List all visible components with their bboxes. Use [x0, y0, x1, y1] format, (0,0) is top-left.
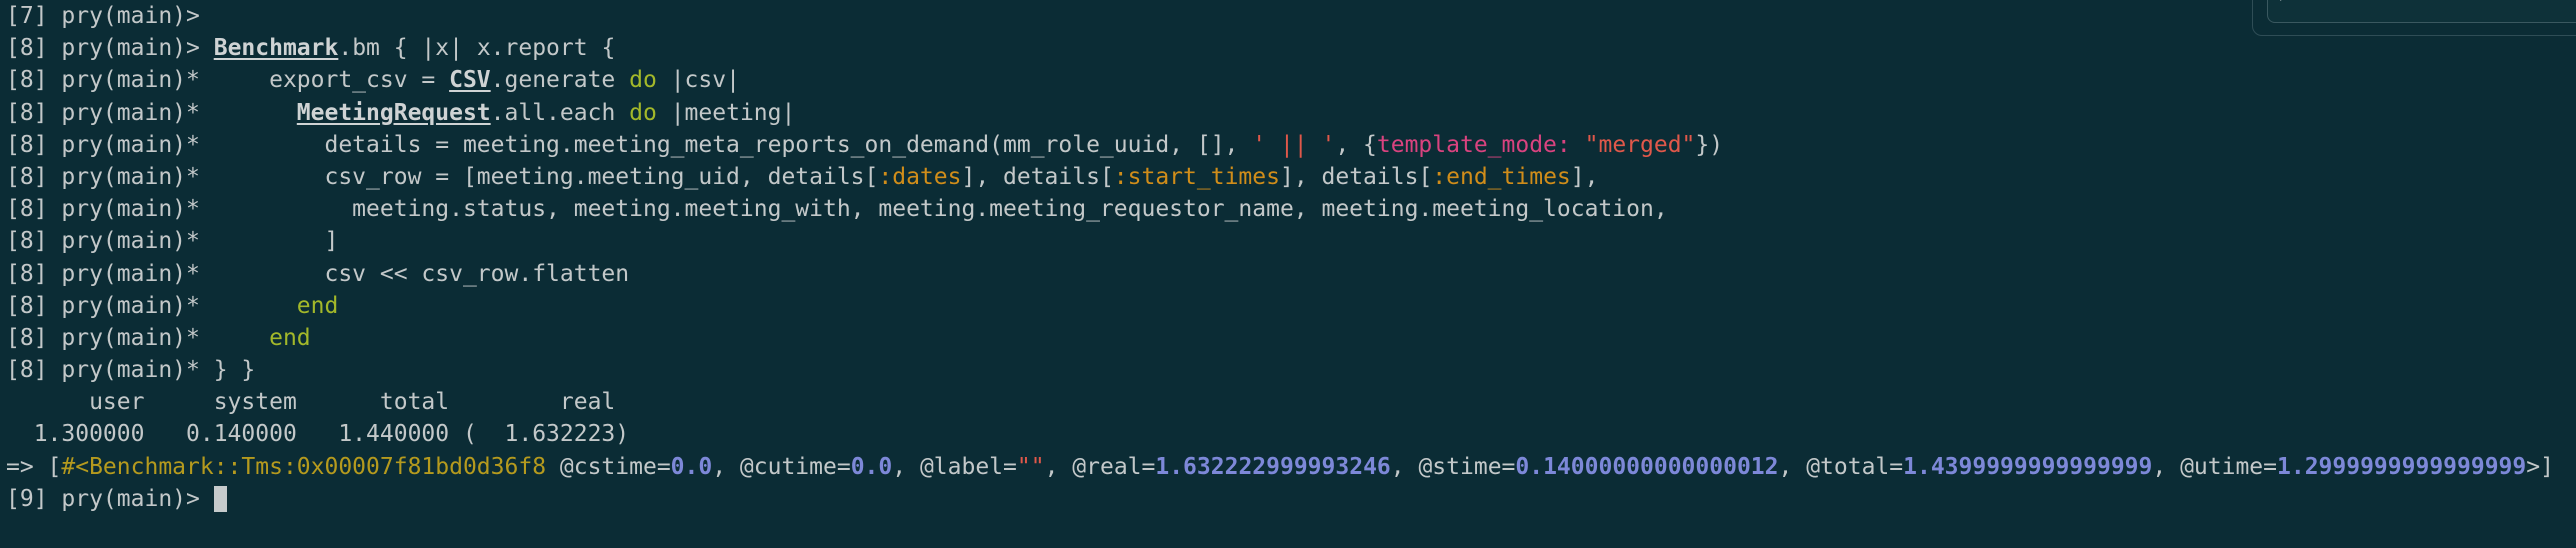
terminal-token: ], details[	[961, 163, 1114, 190]
terminal-token: Benchmark	[213, 35, 339, 62]
terminal-line: [8] pry(main)* csv << csv_row.flatten	[6, 258, 2554, 290]
terminal-token: 1.4399999999999999	[1903, 453, 2153, 480]
terminal-token: user system total real	[6, 389, 616, 416]
terminal-window[interactable]: [7] pry(main)> [8] pry(main)> Benchmark.…	[0, 0, 2576, 548]
terminal-token: 0.0	[850, 453, 893, 480]
terminal-line: => [#<Benchmark::Tms:0x00007f81bd0d36f8 …	[6, 451, 2554, 483]
terminal-token: :dates	[878, 163, 962, 190]
terminal-token: :end_times	[1432, 163, 1571, 190]
terminal-token: , @stime=	[1390, 453, 1516, 480]
terminal-token: ],	[1570, 163, 1599, 190]
search-value: csv	[2310, 0, 2343, 2]
terminal-token: CSV	[449, 67, 491, 94]
terminal-token: , @label=	[892, 453, 1017, 480]
terminal-output[interactable]: [7] pry(main)> [8] pry(main)> Benchmark.…	[6, 0, 2554, 515]
search-input[interactable]: ⌕ csv	[2267, 0, 2576, 23]
terminal-line: [8] pry(main)* meeting.status, meeting.m…	[6, 193, 2554, 225]
terminal-token: [8] pry(main)* meeting.status, meeting.m…	[6, 196, 1668, 223]
terminal-line: [7] pry(main)>	[6, 0, 2554, 32]
terminal-line: [8] pry(main)* ]	[6, 225, 2554, 257]
terminal-token: [8] pry(main)* } }	[6, 357, 256, 384]
terminal-token: [8] pry(main)*	[6, 324, 270, 351]
terminal-token: ""	[1016, 453, 1045, 480]
terminal-token: , @cutime=	[712, 453, 851, 480]
terminal-token: [8] pry(main)* details = meeting.meeting…	[6, 131, 1253, 158]
terminal-token: 1.2999999999999999	[2277, 453, 2527, 480]
terminal-line: [8] pry(main)* end	[6, 290, 2554, 322]
terminal-token: template_mode:	[1376, 131, 1571, 158]
terminal-token: [8] pry(main)*	[6, 99, 297, 126]
terminal-token: [8] pry(main)*	[6, 292, 297, 319]
terminal-token: , @total=	[1778, 453, 1904, 480]
terminal-line: [8] pry(main)* details = meeting.meeting…	[6, 129, 2554, 161]
terminal-token: , @utime=	[2152, 453, 2277, 480]
terminal-token: , @real=	[1044, 453, 1156, 480]
terminal-token: :start_times	[1113, 163, 1280, 190]
terminal-token: ' || '	[1252, 131, 1336, 158]
terminal-token: "merged"	[1584, 131, 1696, 158]
terminal-line: 1.300000 0.140000 1.440000 ( 1.632223)	[6, 418, 2554, 450]
terminal-line: [8] pry(main)* end	[6, 322, 2554, 354]
terminal-token: [8] pry(main)* csv << csv_row.flatten	[6, 260, 630, 287]
terminal-line: [8] pry(main)* csv_row = [meeting.meetin…	[6, 161, 2554, 193]
terminal-token: end	[269, 324, 311, 351]
terminal-token: => [	[6, 453, 62, 480]
terminal-token: 1.300000 0.140000 1.440000 ( 1.632223)	[6, 421, 630, 448]
terminal-line: user system total real	[6, 386, 2554, 418]
terminal-token: })	[1695, 131, 1724, 158]
terminal-token: >]	[2526, 453, 2554, 480]
terminal-token: |csv|	[656, 67, 740, 94]
terminal-token: 1.632222999993246	[1155, 453, 1391, 480]
terminal-line: [8] pry(main)* export_csv = CSV.generate…	[6, 64, 2554, 96]
terminal-token: .all.each	[490, 99, 630, 126]
terminal-token: 0.14000000000000012	[1515, 453, 1779, 480]
terminal-token: end	[296, 292, 339, 319]
terminal-token: MeetingRequest	[296, 99, 491, 126]
terminal-token: @cstime=	[546, 453, 671, 480]
terminal-cursor	[213, 485, 227, 512]
terminal-token: , {	[1335, 131, 1377, 158]
terminal-token: [7] pry(main)>	[6, 3, 214, 29]
terminal-token: [8] pry(main)>	[6, 35, 214, 62]
terminal-token: 0.0	[670, 453, 713, 480]
terminal-line: [9] pry(main)>	[6, 483, 2554, 515]
terminal-line: [8] pry(main)* MeetingRequest.all.each d…	[6, 97, 2554, 129]
search-overlay: ⌕ csv	[2252, 0, 2576, 36]
terminal-token: [9] pry(main)>	[6, 485, 214, 512]
terminal-token: .generate	[490, 67, 630, 94]
terminal-token: [8] pry(main)* csv_row = [meeting.meetin…	[6, 163, 879, 190]
terminal-token: #<Benchmark::Tms:0x00007f81bd0d36f8	[61, 453, 547, 480]
terminal-token: do	[629, 67, 657, 94]
terminal-token: do	[629, 99, 657, 126]
terminal-token: [8] pry(main)* export_csv =	[6, 67, 450, 94]
terminal-token: |meeting|	[656, 99, 796, 126]
terminal-token: ], details[	[1279, 163, 1433, 190]
search-icon: ⌕	[2280, 0, 2296, 5]
terminal-line: [8] pry(main)> Benchmark.bm { |x| x.repo…	[6, 32, 2554, 64]
terminal-line: [8] pry(main)* } }	[6, 354, 2554, 386]
terminal-token: [8] pry(main)* ]	[6, 228, 339, 255]
terminal-token: .bm { |x| x.report {	[338, 35, 616, 62]
